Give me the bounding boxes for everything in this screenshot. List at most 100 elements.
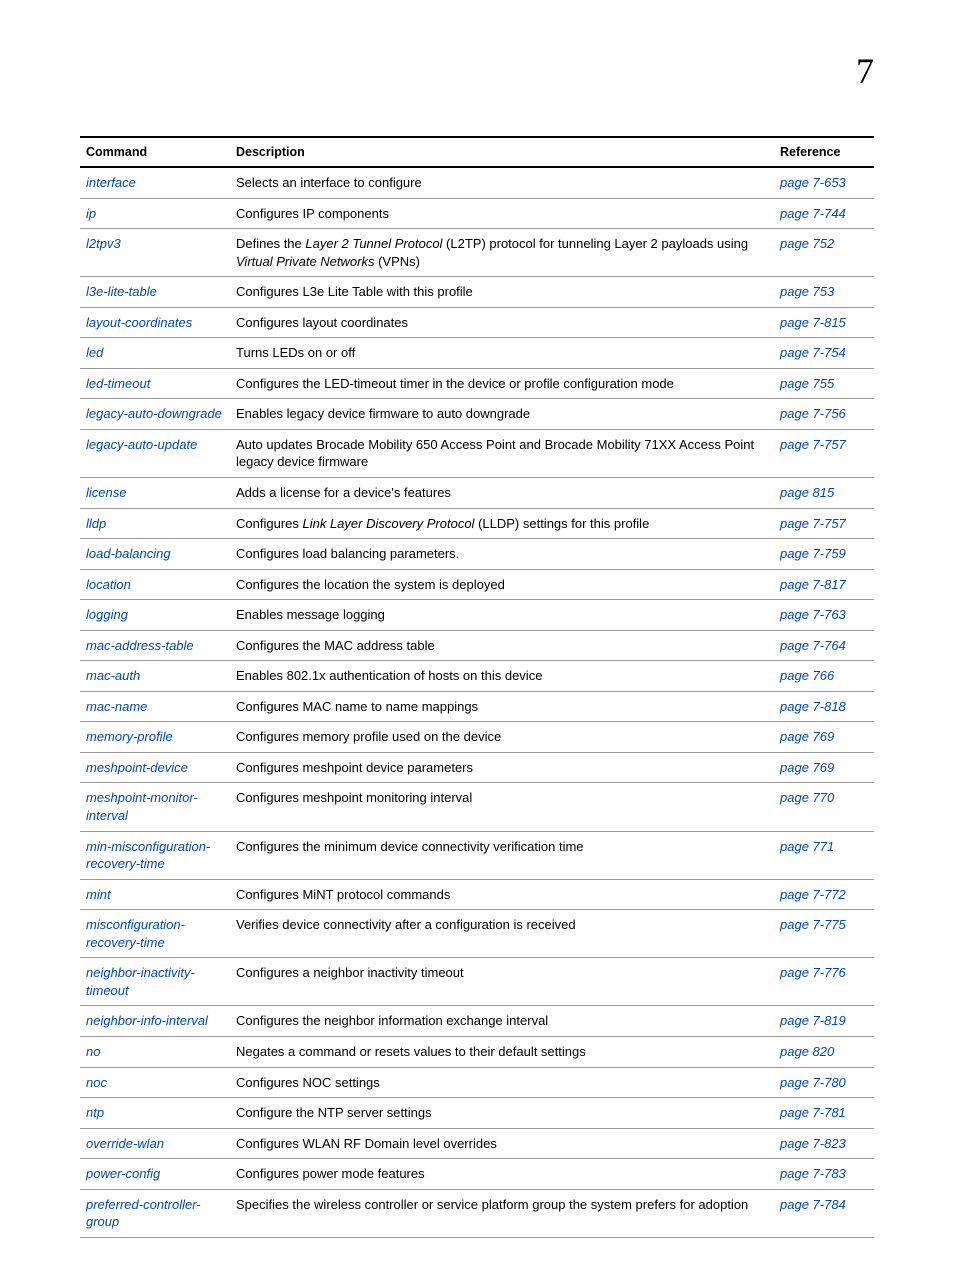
reference-link[interactable]: page 7-781 — [780, 1105, 846, 1120]
command-link[interactable]: lldp — [86, 516, 106, 531]
command-link[interactable]: power-config — [86, 1166, 160, 1181]
description-cell: Configures the LED-timeout timer in the … — [230, 368, 774, 399]
reference-link[interactable]: page 7-783 — [780, 1166, 846, 1181]
command-link[interactable]: noc — [86, 1075, 107, 1090]
command-link[interactable]: memory-profile — [86, 729, 173, 744]
reference-link[interactable]: page 7-759 — [780, 546, 846, 561]
command-cell: override-wlan — [80, 1128, 230, 1159]
description-cell: Configures the neighbor information exch… — [230, 1006, 774, 1037]
reference-link[interactable]: page 7-764 — [780, 638, 846, 653]
description-text: Configures the MAC address table — [236, 638, 435, 653]
reference-link[interactable]: page 7-653 — [780, 175, 846, 190]
description-cell: Configures memory profile used on the de… — [230, 722, 774, 753]
command-link[interactable]: l3e-lite-table — [86, 284, 157, 299]
command-cell: mac-name — [80, 691, 230, 722]
reference-link[interactable]: page 815 — [780, 485, 834, 500]
command-link[interactable]: license — [86, 485, 126, 500]
reference-link[interactable]: page 7-780 — [780, 1075, 846, 1090]
reference-link[interactable]: page 769 — [780, 760, 834, 775]
reference-link[interactable]: page 769 — [780, 729, 834, 744]
reference-link[interactable]: page 7-784 — [780, 1197, 846, 1212]
description-text: Negates a command or resets values to th… — [236, 1044, 586, 1059]
command-link[interactable]: preferred-controller-group — [86, 1197, 201, 1230]
reference-link[interactable]: page 7-819 — [780, 1013, 846, 1028]
document-page: 7 Command Description Reference interfac… — [0, 0, 954, 1278]
command-link[interactable]: mac-name — [86, 699, 147, 714]
command-link[interactable]: mac-auth — [86, 668, 140, 683]
reference-link[interactable]: page 7-744 — [780, 206, 846, 221]
reference-link[interactable]: page 771 — [780, 839, 834, 854]
command-link[interactable]: logging — [86, 607, 128, 622]
description-text: Configures the neighbor information exch… — [236, 1013, 548, 1028]
chapter-number: 7 — [856, 50, 874, 92]
description-cell: Adds a license for a device's features — [230, 478, 774, 509]
command-link[interactable]: l2tpv3 — [86, 236, 121, 251]
description-cell: Turns LEDs on or off — [230, 338, 774, 369]
command-link[interactable]: meshpoint-monitor-interval — [86, 790, 198, 823]
reference-link[interactable]: page 7-776 — [780, 965, 846, 980]
reference-cell: page 815 — [774, 478, 874, 509]
command-link[interactable]: ntp — [86, 1105, 104, 1120]
table-row: lldpConfigures Link Layer Discovery Prot… — [80, 508, 874, 539]
command-cell: no — [80, 1036, 230, 1067]
reference-cell: page 7-757 — [774, 429, 874, 477]
command-link[interactable]: interface — [86, 175, 136, 190]
command-link[interactable]: legacy-auto-update — [86, 437, 197, 452]
description-text: Configures WLAN RF Domain level override… — [236, 1136, 497, 1151]
command-link[interactable]: neighbor-inactivity-timeout — [86, 965, 195, 998]
table-header-row: Command Description Reference — [80, 137, 874, 167]
reference-cell: page 7-819 — [774, 1006, 874, 1037]
description-cell: Configures WLAN RF Domain level override… — [230, 1128, 774, 1159]
command-link[interactable]: led — [86, 345, 103, 360]
command-link[interactable]: meshpoint-device — [86, 760, 188, 775]
command-link[interactable]: mac-address-table — [86, 638, 194, 653]
description-text: Configures memory profile used on the de… — [236, 729, 501, 744]
reference-link[interactable]: page 770 — [780, 790, 834, 805]
command-link[interactable]: mint — [86, 887, 111, 902]
reference-link[interactable]: page 7-818 — [780, 699, 846, 714]
command-link[interactable]: misconfiguration-recovery-time — [86, 917, 185, 950]
command-cell: mint — [80, 879, 230, 910]
command-link[interactable]: layout-coordinates — [86, 315, 192, 330]
reference-link[interactable]: page 7-757 — [780, 437, 846, 452]
reference-cell: page 7-764 — [774, 630, 874, 661]
reference-link[interactable]: page 766 — [780, 668, 834, 683]
reference-link[interactable]: page 7-823 — [780, 1136, 846, 1151]
reference-link[interactable]: page 7-817 — [780, 577, 846, 592]
command-link[interactable]: location — [86, 577, 131, 592]
table-row: license Adds a license for a device's fea… — [80, 478, 874, 509]
reference-link[interactable]: page 7-772 — [780, 887, 846, 902]
reference-link[interactable]: page 7-754 — [780, 345, 846, 360]
reference-link[interactable]: page 820 — [780, 1044, 834, 1059]
reference-link[interactable]: page 7-757 — [780, 516, 846, 531]
table-row: l2tpv3 Defines the Layer 2 Tunnel Protoco… — [80, 229, 874, 277]
command-link[interactable]: override-wlan — [86, 1136, 164, 1151]
reference-link[interactable]: page 755 — [780, 376, 834, 391]
reference-link[interactable]: page 752 — [780, 236, 834, 251]
table-row: power-configConfigures power mode featur… — [80, 1159, 874, 1190]
description-text: Configures MAC name to name mappings — [236, 699, 478, 714]
reference-link[interactable]: page 7-763 — [780, 607, 846, 622]
reference-cell: page 7-784 — [774, 1189, 874, 1237]
command-link[interactable]: neighbor-info-interval — [86, 1013, 208, 1028]
description-text: Virtual Private Networks — [236, 254, 374, 269]
reference-link[interactable]: page 753 — [780, 284, 834, 299]
command-cell: meshpoint-monitor-interval — [80, 783, 230, 831]
reference-link[interactable]: page 7-756 — [780, 406, 846, 421]
command-link[interactable]: min-misconfiguration-recovery-time — [86, 839, 210, 872]
reference-cell: page 7-817 — [774, 569, 874, 600]
reference-link[interactable]: page 7-815 — [780, 315, 846, 330]
command-cell: mac-address-table — [80, 630, 230, 661]
command-cell: load-balancing — [80, 539, 230, 570]
description-cell: Defines the Layer 2 Tunnel Protocol (L2T… — [230, 229, 774, 277]
command-link[interactable]: load-balancing — [86, 546, 171, 561]
command-link[interactable]: ip — [86, 206, 96, 221]
command-link[interactable]: legacy-auto-downgrade — [86, 406, 222, 421]
command-link[interactable]: led-timeout — [86, 376, 150, 391]
command-link[interactable]: no — [86, 1044, 100, 1059]
description-text: Configures layout coordinates — [236, 315, 408, 330]
command-cell: misconfiguration-recovery-time — [80, 910, 230, 958]
reference-cell: page 7-757 — [774, 508, 874, 539]
reference-link[interactable]: page 7-775 — [780, 917, 846, 932]
description-cell: Configures L3e Lite Table with this prof… — [230, 277, 774, 308]
